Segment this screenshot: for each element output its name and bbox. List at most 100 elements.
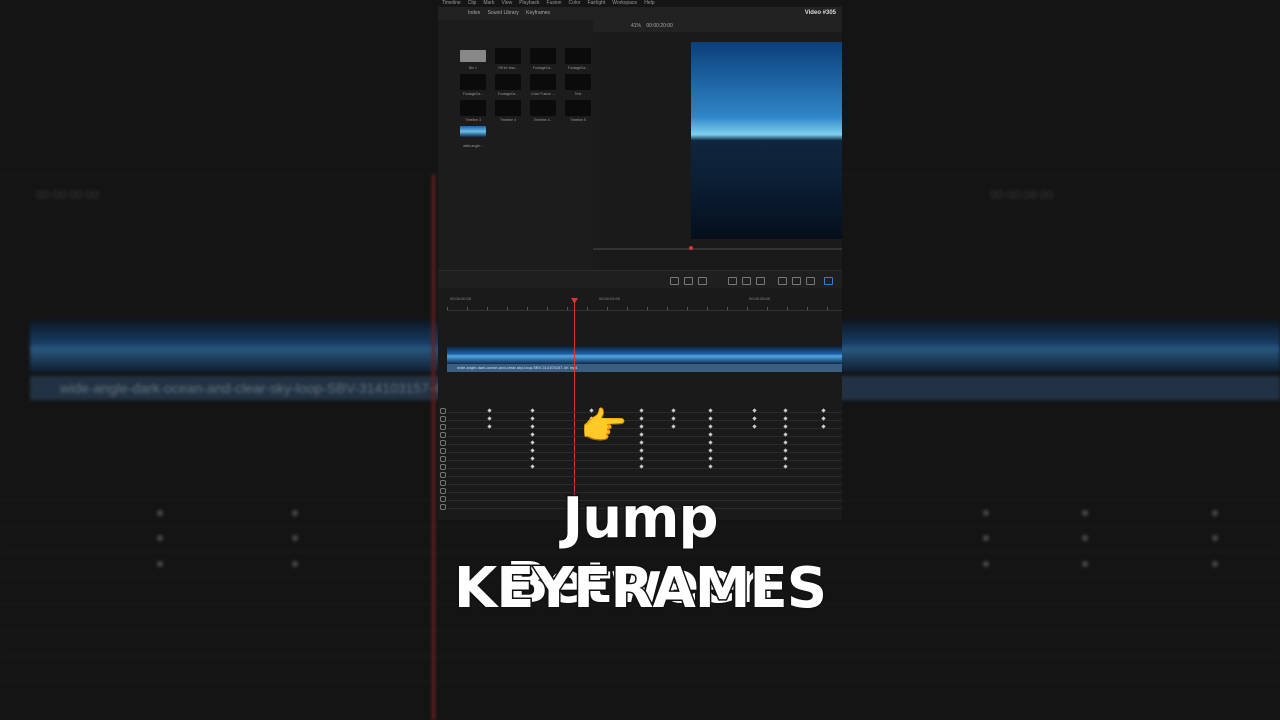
- media-pool-clip[interactable]: [530, 100, 556, 116]
- media-pool-clip-label: FootageCa...: [567, 66, 589, 70]
- keyframe-row: [447, 468, 842, 469]
- media-pool-clip[interactable]: [565, 74, 591, 90]
- ruler-tick: [787, 307, 788, 310]
- viewer: 41% 00:00:20:00: [593, 20, 842, 270]
- menu-item[interactable]: Timeline: [442, 0, 461, 7]
- bg-timecode-left: 00:00:00:00: [36, 188, 100, 202]
- flag-icon[interactable]: [824, 277, 833, 285]
- sound-library-button[interactable]: Sound Library: [488, 10, 519, 16]
- media-pool-clip[interactable]: [460, 50, 486, 62]
- overlay-title-line2: KEYFRAMES: [452, 555, 828, 623]
- media-pool-clip-label: Off for tess...: [498, 66, 518, 70]
- menu-item[interactable]: Fusion: [547, 0, 562, 7]
- keyframe-reset-icon[interactable]: [440, 432, 446, 438]
- ruler-tick: [687, 307, 688, 310]
- ruler-tick: [467, 307, 468, 310]
- viewer-timecode: 00:00:20:00: [646, 23, 673, 29]
- index-button[interactable]: Index: [468, 10, 480, 16]
- media-pool-clip[interactable]: [495, 48, 521, 64]
- blade-tool-icon[interactable]: [698, 277, 707, 285]
- menu-item[interactable]: Clip: [468, 0, 477, 7]
- snapping-icon[interactable]: [778, 277, 787, 285]
- bg-playhead: [432, 175, 435, 720]
- menu-item[interactable]: View: [501, 0, 512, 7]
- bg-timecode-right: 00:00:08:00: [990, 188, 1054, 202]
- keyframe-row: [447, 476, 842, 477]
- media-pool-clip[interactable]: [530, 48, 556, 64]
- ruler-tick: [567, 307, 568, 310]
- media-pool-clip[interactable]: [530, 74, 556, 90]
- timeline-ruler[interactable]: [447, 296, 842, 311]
- keyframe-reset-icon[interactable]: [440, 416, 446, 422]
- viewer-scrubber[interactable]: [593, 248, 842, 250]
- viewer-scrub-head[interactable]: [689, 246, 693, 250]
- media-pool-clip-label: Timeline 4...: [533, 118, 553, 122]
- menu-item[interactable]: Help: [644, 0, 654, 7]
- viewer-header: 41% 00:00:20:00: [593, 20, 842, 32]
- keyframe-reset-icon[interactable]: [440, 448, 446, 454]
- ruler-timecode: 00:00:04:00: [599, 296, 621, 301]
- media-pool-clip[interactable]: [495, 74, 521, 90]
- menu-item[interactable]: Color: [569, 0, 581, 7]
- keyframe-reset-icon[interactable]: [440, 464, 446, 470]
- media-pool-clip-label: Color Fusion ...: [531, 92, 555, 96]
- keyframe-reset-icon[interactable]: [440, 424, 446, 430]
- menu-item[interactable]: Workspace: [612, 0, 637, 7]
- media-pool-clip-label: Timeline 3: [464, 118, 481, 122]
- ruler-tick: [707, 307, 708, 310]
- media-pool-clip[interactable]: [495, 100, 521, 116]
- keyframe-row: [447, 444, 842, 445]
- ruler-timecode: 00:00:00:00: [450, 296, 472, 301]
- media-pool-clip[interactable]: [460, 74, 486, 90]
- media-pool-clip[interactable]: [460, 126, 486, 137]
- select-tool-icon[interactable]: [670, 277, 679, 285]
- ruler-tick: [587, 307, 588, 310]
- menu-item[interactable]: Mark: [483, 0, 494, 7]
- ruler-tick: [547, 307, 548, 310]
- keyframe-reset-icon[interactable]: [440, 440, 446, 446]
- ruler-tick: [607, 307, 608, 310]
- clip-name: wide-angle-dark-ocean-and-clear-sky-loop…: [457, 365, 569, 370]
- ruler-timecode: 00:00:08:00: [749, 296, 771, 301]
- video-clip[interactable]: [447, 346, 842, 364]
- keyframe-reset-icon[interactable]: [440, 472, 446, 478]
- menu-bar: Timeline Clip Mark View Playback Fusion Color F…: [438, 0, 842, 7]
- ruler-tick: [447, 307, 448, 310]
- menu-item[interactable]: Playback: [519, 0, 539, 7]
- zoom-level[interactable]: 41%: [631, 23, 641, 29]
- ruler-tick: [747, 307, 748, 310]
- keyframe-row: [447, 460, 842, 461]
- media-pool-clip[interactable]: [565, 100, 591, 116]
- media-pool-clip-label: wide-angle...: [463, 144, 483, 148]
- media-pool-clip-label: FootageCa...: [532, 66, 554, 70]
- project-title: Video #305: [804, 10, 836, 16]
- lock-icon[interactable]: [806, 277, 815, 285]
- replace-icon[interactable]: [756, 277, 765, 285]
- media-pool-clip[interactable]: [460, 100, 486, 116]
- keyframe-row: [447, 436, 842, 437]
- media-pool: Bin 1 Off for tess... FootageCa... FootageC…: [438, 20, 594, 270]
- media-pool-clip[interactable]: [565, 48, 591, 64]
- ruler-tick: [767, 307, 768, 310]
- overwrite-icon[interactable]: [742, 277, 751, 285]
- keyframe-reset-icon[interactable]: [440, 408, 446, 414]
- pointing-hand-icon: 👉: [580, 406, 628, 448]
- ruler-tick: [627, 307, 628, 310]
- ruler-tick: [807, 307, 808, 310]
- link-icon[interactable]: [792, 277, 801, 285]
- trim-tool-icon[interactable]: [684, 277, 693, 285]
- media-pool-clip-label: Timeline 5: [569, 118, 586, 122]
- keyframes-button[interactable]: Keyframes: [526, 10, 550, 16]
- insert-icon[interactable]: [728, 277, 737, 285]
- media-pool-clip-label: Timeline 4: [499, 118, 516, 122]
- ruler-tick: [527, 307, 528, 310]
- media-pool-clip-label: Bin 1: [469, 66, 477, 70]
- keyframe-row: [447, 484, 842, 485]
- keyframe-reset-icon[interactable]: [440, 456, 446, 462]
- keyframe-row: [447, 452, 842, 453]
- ruler-tick: [667, 307, 668, 310]
- toolbar: Index Sound Library Keyframes: [438, 7, 842, 20]
- menu-item[interactable]: Fairlight: [587, 0, 605, 7]
- ruler-tick: [827, 307, 828, 310]
- editor-window: Timeline Clip Mark View Playback Fusion Color F…: [438, 0, 842, 520]
